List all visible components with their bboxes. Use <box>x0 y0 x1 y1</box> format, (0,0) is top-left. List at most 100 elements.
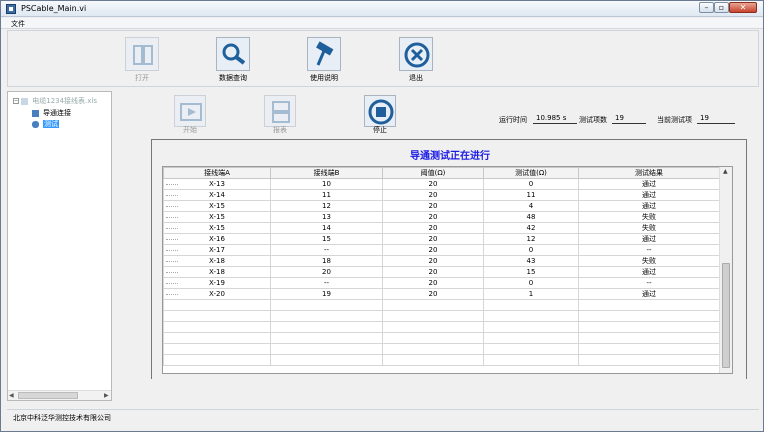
data-query-label: 数据查询 <box>219 74 247 82</box>
empty-cell <box>163 321 271 333</box>
tree-line-icon <box>166 184 178 185</box>
empty-cell <box>163 332 271 344</box>
table-row[interactable]: X-15 12 20 4 通过 <box>163 200 720 212</box>
stop-icon <box>364 95 396 127</box>
tree-line-icon <box>166 294 178 295</box>
empty-table-row[interactable] <box>163 332 720 344</box>
scroll-thumb[interactable] <box>18 392 78 399</box>
scroll-up-icon[interactable]: ▲ <box>723 168 728 175</box>
tree-item-label: 测试 <box>43 120 59 128</box>
cell-value: 20 <box>428 235 438 243</box>
table-cell: 20 <box>382 233 484 245</box>
open-button[interactable]: 打开 <box>112 31 172 87</box>
cell-value: 20 <box>428 246 438 254</box>
table-row[interactable]: X-15 13 20 48 失败 <box>163 211 720 223</box>
minimize-button[interactable]: – <box>699 2 714 13</box>
cell-value: X-15 <box>209 202 225 210</box>
table-row[interactable]: X-18 18 20 43 失败 <box>163 255 720 267</box>
table-cell: 15 <box>270 233 383 245</box>
cell-value: -- <box>646 279 652 287</box>
scroll-thumb[interactable] <box>722 263 730 368</box>
table-cell: X-20 <box>163 288 271 300</box>
cell-value: 20 <box>428 213 438 221</box>
table-vertical-scrollbar[interactable]: ▲ <box>719 167 732 373</box>
table-row[interactable]: X-15 14 20 42 失败 <box>163 222 720 234</box>
close-button[interactable]: ✕ <box>729 2 757 13</box>
panel-title: 导通测试正在进行 <box>410 151 490 162</box>
header-threshold[interactable]: 阈值(Ω) <box>382 167 484 179</box>
cell-value: X-18 <box>209 268 225 276</box>
tree-item-test[interactable]: 测试 <box>32 119 59 129</box>
empty-table-row[interactable] <box>163 354 720 366</box>
table-cell: 通过 <box>578 266 720 278</box>
table-cell: 12 <box>483 233 579 245</box>
cell-value: X-17 <box>209 246 225 254</box>
close-circle-icon <box>399 37 433 71</box>
tree-line-icon <box>166 228 178 229</box>
empty-table-row[interactable] <box>163 299 720 311</box>
menu-file[interactable]: 文件 <box>11 19 25 29</box>
table-cell: X-18 <box>163 255 271 267</box>
results-table: 接线端A 接线端B 阈值(Ω) 测试值(Ω) 测试结果 X-13 10 20 0 通过 X… <box>163 167 720 366</box>
report-button[interactable]: 报表 <box>255 89 305 145</box>
current-item-label: 当前测试项 <box>657 116 692 124</box>
table-cell: 43 <box>483 255 579 267</box>
table-cell: X-18 <box>163 266 271 278</box>
title-bar[interactable]: PSCable_Main.vi – ▫ ✕ <box>1 1 763 17</box>
table-row[interactable]: X-16 15 20 12 通过 <box>163 233 720 245</box>
tree-root-node[interactable]: − 电缆1234接线表.xls <box>13 96 97 106</box>
table-cell: X-13 <box>163 178 271 190</box>
stop-button[interactable]: 停止 <box>355 89 405 145</box>
empty-cell <box>483 310 579 322</box>
tree-horizontal-scrollbar[interactable]: ◀ ▶ <box>8 390 111 400</box>
table-row[interactable]: X-14 11 20 11 通过 <box>163 189 720 201</box>
table-row[interactable]: X-19 -- 20 0 -- <box>163 277 720 289</box>
empty-cell <box>382 354 484 366</box>
app-icon[interactable] <box>6 4 16 14</box>
data-query-button[interactable]: 数据查询 <box>203 31 263 87</box>
book-icon <box>125 37 159 71</box>
cell-value: X-15 <box>209 224 225 232</box>
empty-table-row[interactable] <box>163 310 720 322</box>
cell-value: 20 <box>428 257 438 265</box>
manual-button[interactable]: 使用说明 <box>294 31 354 87</box>
table-cell: 20 <box>382 222 484 234</box>
table-cell: 4 <box>483 200 579 212</box>
cell-value: 通过 <box>642 202 656 210</box>
empty-table-row[interactable] <box>163 321 720 333</box>
tree-item-continuity[interactable]: 导通连接 <box>32 108 71 118</box>
cell-value: 20 <box>428 180 438 188</box>
status-bar: 北京中科泛华测控技术有限公司 <box>7 409 759 427</box>
start-button[interactable]: 开始 <box>165 89 215 145</box>
scroll-left-icon[interactable]: ◀ <box>9 392 14 399</box>
table-cell: X-16 <box>163 233 271 245</box>
cell-value: 11 <box>526 191 536 199</box>
header-result[interactable]: 测试结果 <box>578 167 720 179</box>
empty-cell <box>163 343 271 355</box>
collapse-icon[interactable]: − <box>13 98 19 104</box>
table-row[interactable]: X-20 19 20 1 通过 <box>163 288 720 300</box>
empty-cell <box>163 299 271 311</box>
cell-value: -- <box>646 246 652 254</box>
cell-value: 通过 <box>642 180 656 188</box>
play-icon <box>174 95 206 127</box>
table-row[interactable]: X-18 20 20 15 通过 <box>163 266 720 278</box>
drawer-icon <box>264 95 296 127</box>
header-terminal-a[interactable]: 接线端A <box>163 167 271 179</box>
table-row[interactable]: X-13 10 20 0 通过 <box>163 178 720 190</box>
company-name: 北京中科泛华测控技术有限公司 <box>13 414 111 422</box>
header-terminal-b[interactable]: 接线端B <box>270 167 383 179</box>
exit-button[interactable]: 退出 <box>386 31 446 87</box>
empty-table-row[interactable] <box>163 343 720 355</box>
cell-value: 20 <box>322 268 331 276</box>
table-cell: -- <box>578 244 720 256</box>
results-table-container: 接线端A 接线端B 阈值(Ω) 测试值(Ω) 测试结果 X-13 10 20 0 通过 X… <box>162 166 733 374</box>
table-row[interactable]: X-17 -- 20 0 -- <box>163 244 720 256</box>
cell-value: 42 <box>526 224 536 232</box>
scroll-right-icon[interactable]: ▶ <box>104 392 109 399</box>
table-cell: 11 <box>270 189 383 201</box>
header-measured[interactable]: 测试值(Ω) <box>483 167 579 179</box>
maximize-button[interactable]: ▫ <box>714 2 729 13</box>
empty-cell <box>578 299 720 311</box>
cell-value: X-19 <box>209 279 225 287</box>
